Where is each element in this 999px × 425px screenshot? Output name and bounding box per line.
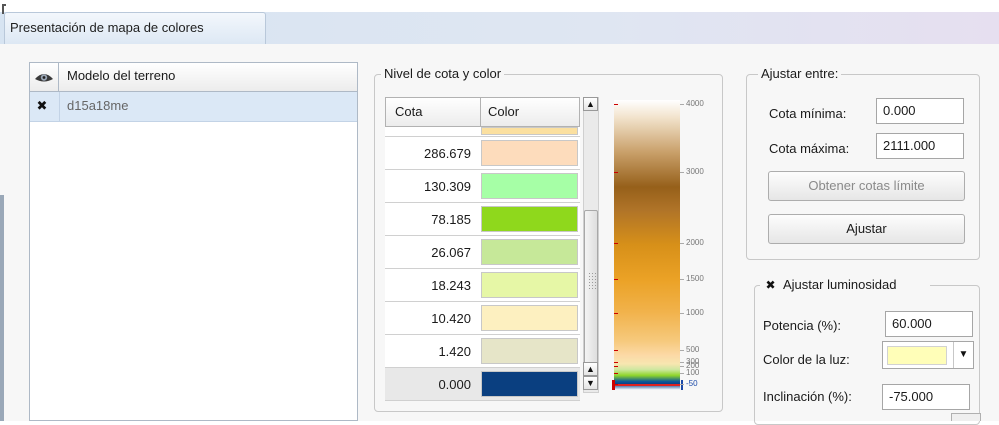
max-elevation-label: Cota máxima: bbox=[769, 141, 850, 156]
light-color-swatch bbox=[887, 346, 947, 365]
cota-value[interactable]: 1.420 bbox=[383, 344, 471, 359]
window-corner bbox=[2, 4, 6, 14]
ramp-tick-label: 1500 bbox=[686, 274, 704, 283]
power-label: Potencia (%): bbox=[763, 318, 842, 333]
ramp-tick bbox=[680, 313, 684, 314]
eye-icon bbox=[35, 74, 53, 82]
visibility-column-header[interactable] bbox=[29, 62, 59, 92]
adjust-button[interactable]: Ajustar bbox=[768, 214, 965, 244]
ramp-tick bbox=[680, 366, 684, 367]
luminosity-checkbox[interactable]: ✖ bbox=[764, 279, 777, 292]
cota-value[interactable]: 78.185 bbox=[383, 212, 471, 227]
color-map-window: Presentación de mapa de colores Modelo d… bbox=[0, 0, 999, 425]
ramp-tick-label: 3000 bbox=[686, 167, 704, 176]
window-title: Presentación de mapa de colores bbox=[10, 20, 204, 35]
ramp-tick-left bbox=[614, 384, 618, 385]
ramp-tick bbox=[680, 279, 684, 280]
chevron-down-icon[interactable]: ▼ bbox=[953, 342, 973, 368]
ramp-tick-label: 1000 bbox=[686, 308, 704, 317]
terrain-model-column-header[interactable]: Modelo del terreno bbox=[67, 68, 175, 83]
scroll-up-small-button[interactable]: ▲ bbox=[583, 362, 598, 376]
cota-column-header[interactable]: Cota bbox=[395, 104, 422, 119]
ramp-tick-left bbox=[614, 373, 618, 374]
light-color-label: Color de la luz: bbox=[763, 352, 850, 367]
ramp-baseline-marker bbox=[612, 380, 615, 390]
color-swatch[interactable] bbox=[481, 338, 578, 364]
tilt-label: Inclinación (%): bbox=[763, 389, 852, 404]
min-elevation-label: Cota mínima: bbox=[769, 106, 847, 121]
ramp-tick bbox=[680, 243, 684, 244]
cota-value[interactable]: 286.679 bbox=[383, 146, 471, 161]
ramp-tick-label: -50 bbox=[686, 379, 698, 388]
ramp-tick bbox=[680, 373, 684, 374]
partial-button[interactable] bbox=[951, 413, 981, 421]
ramp-tick-left bbox=[614, 279, 618, 280]
ramp-tick bbox=[680, 172, 684, 173]
header-divider bbox=[480, 97, 481, 127]
ramp-tick-label: 4000 bbox=[686, 99, 704, 108]
ramp-tick-left bbox=[614, 243, 618, 244]
color-swatch[interactable] bbox=[481, 239, 578, 265]
scrollbar-thumb[interactable] bbox=[584, 210, 598, 382]
color-swatch[interactable] bbox=[481, 140, 578, 166]
color-swatch-partial[interactable] bbox=[481, 127, 578, 135]
cota-value[interactable]: 130.309 bbox=[383, 179, 471, 194]
scroll-down-button[interactable]: ▼ bbox=[583, 376, 598, 390]
get-limits-button[interactable]: Obtener cotas límite bbox=[768, 171, 965, 201]
color-ramp bbox=[614, 100, 680, 390]
ramp-tick-left bbox=[614, 104, 618, 105]
color-swatch[interactable] bbox=[481, 305, 578, 331]
ramp-tick-label: 500 bbox=[686, 345, 700, 354]
color-swatch[interactable] bbox=[481, 206, 578, 232]
ramp-tick bbox=[680, 350, 684, 351]
ramp-tick bbox=[680, 104, 684, 105]
color-swatch[interactable] bbox=[481, 173, 578, 199]
color-swatch[interactable] bbox=[481, 371, 578, 397]
ramp-tick bbox=[680, 362, 684, 363]
tilt-input[interactable]: -75.000 bbox=[882, 384, 970, 410]
color-swatch[interactable] bbox=[481, 272, 578, 298]
ramp-tick-label: 2000 bbox=[686, 238, 704, 247]
ramp-tick-left bbox=[614, 172, 618, 173]
ramp-tick-left bbox=[614, 350, 618, 351]
layer-name: d15a18me bbox=[67, 98, 129, 113]
luminosity-group-title: Ajustar luminosidad bbox=[783, 277, 897, 292]
ramp-tick-left bbox=[614, 313, 618, 314]
ramp-tick-left bbox=[614, 366, 618, 367]
levels-group-title: Nivel de cota y color bbox=[381, 66, 505, 81]
power-input[interactable]: 60.000 bbox=[885, 311, 973, 337]
cota-value[interactable]: 10.420 bbox=[383, 311, 471, 326]
ramp-tick-left bbox=[614, 362, 618, 363]
row-divider bbox=[59, 92, 60, 122]
ramp-tick-label: 100 bbox=[686, 368, 700, 377]
max-elevation-input[interactable]: 2111.000 bbox=[876, 133, 964, 159]
min-elevation-input[interactable]: 0.000 bbox=[876, 98, 964, 124]
ramp-tick bbox=[680, 384, 684, 385]
color-column-header[interactable]: Color bbox=[488, 104, 519, 119]
layer-visible-checkbox[interactable]: ✖ bbox=[34, 98, 50, 114]
cota-value[interactable]: 26.067 bbox=[383, 245, 471, 260]
ramp-baseline bbox=[614, 384, 680, 386]
cota-value[interactable]: 0.000 bbox=[383, 377, 471, 392]
window-left-edge bbox=[0, 195, 4, 421]
cota-value[interactable]: 18.243 bbox=[383, 278, 471, 293]
scroll-up-button[interactable]: ▲ bbox=[583, 97, 598, 111]
ramp-zero-marker bbox=[681, 380, 683, 390]
range-group-title: Ajustar entre: bbox=[758, 66, 842, 81]
grip-icon bbox=[589, 273, 596, 289]
